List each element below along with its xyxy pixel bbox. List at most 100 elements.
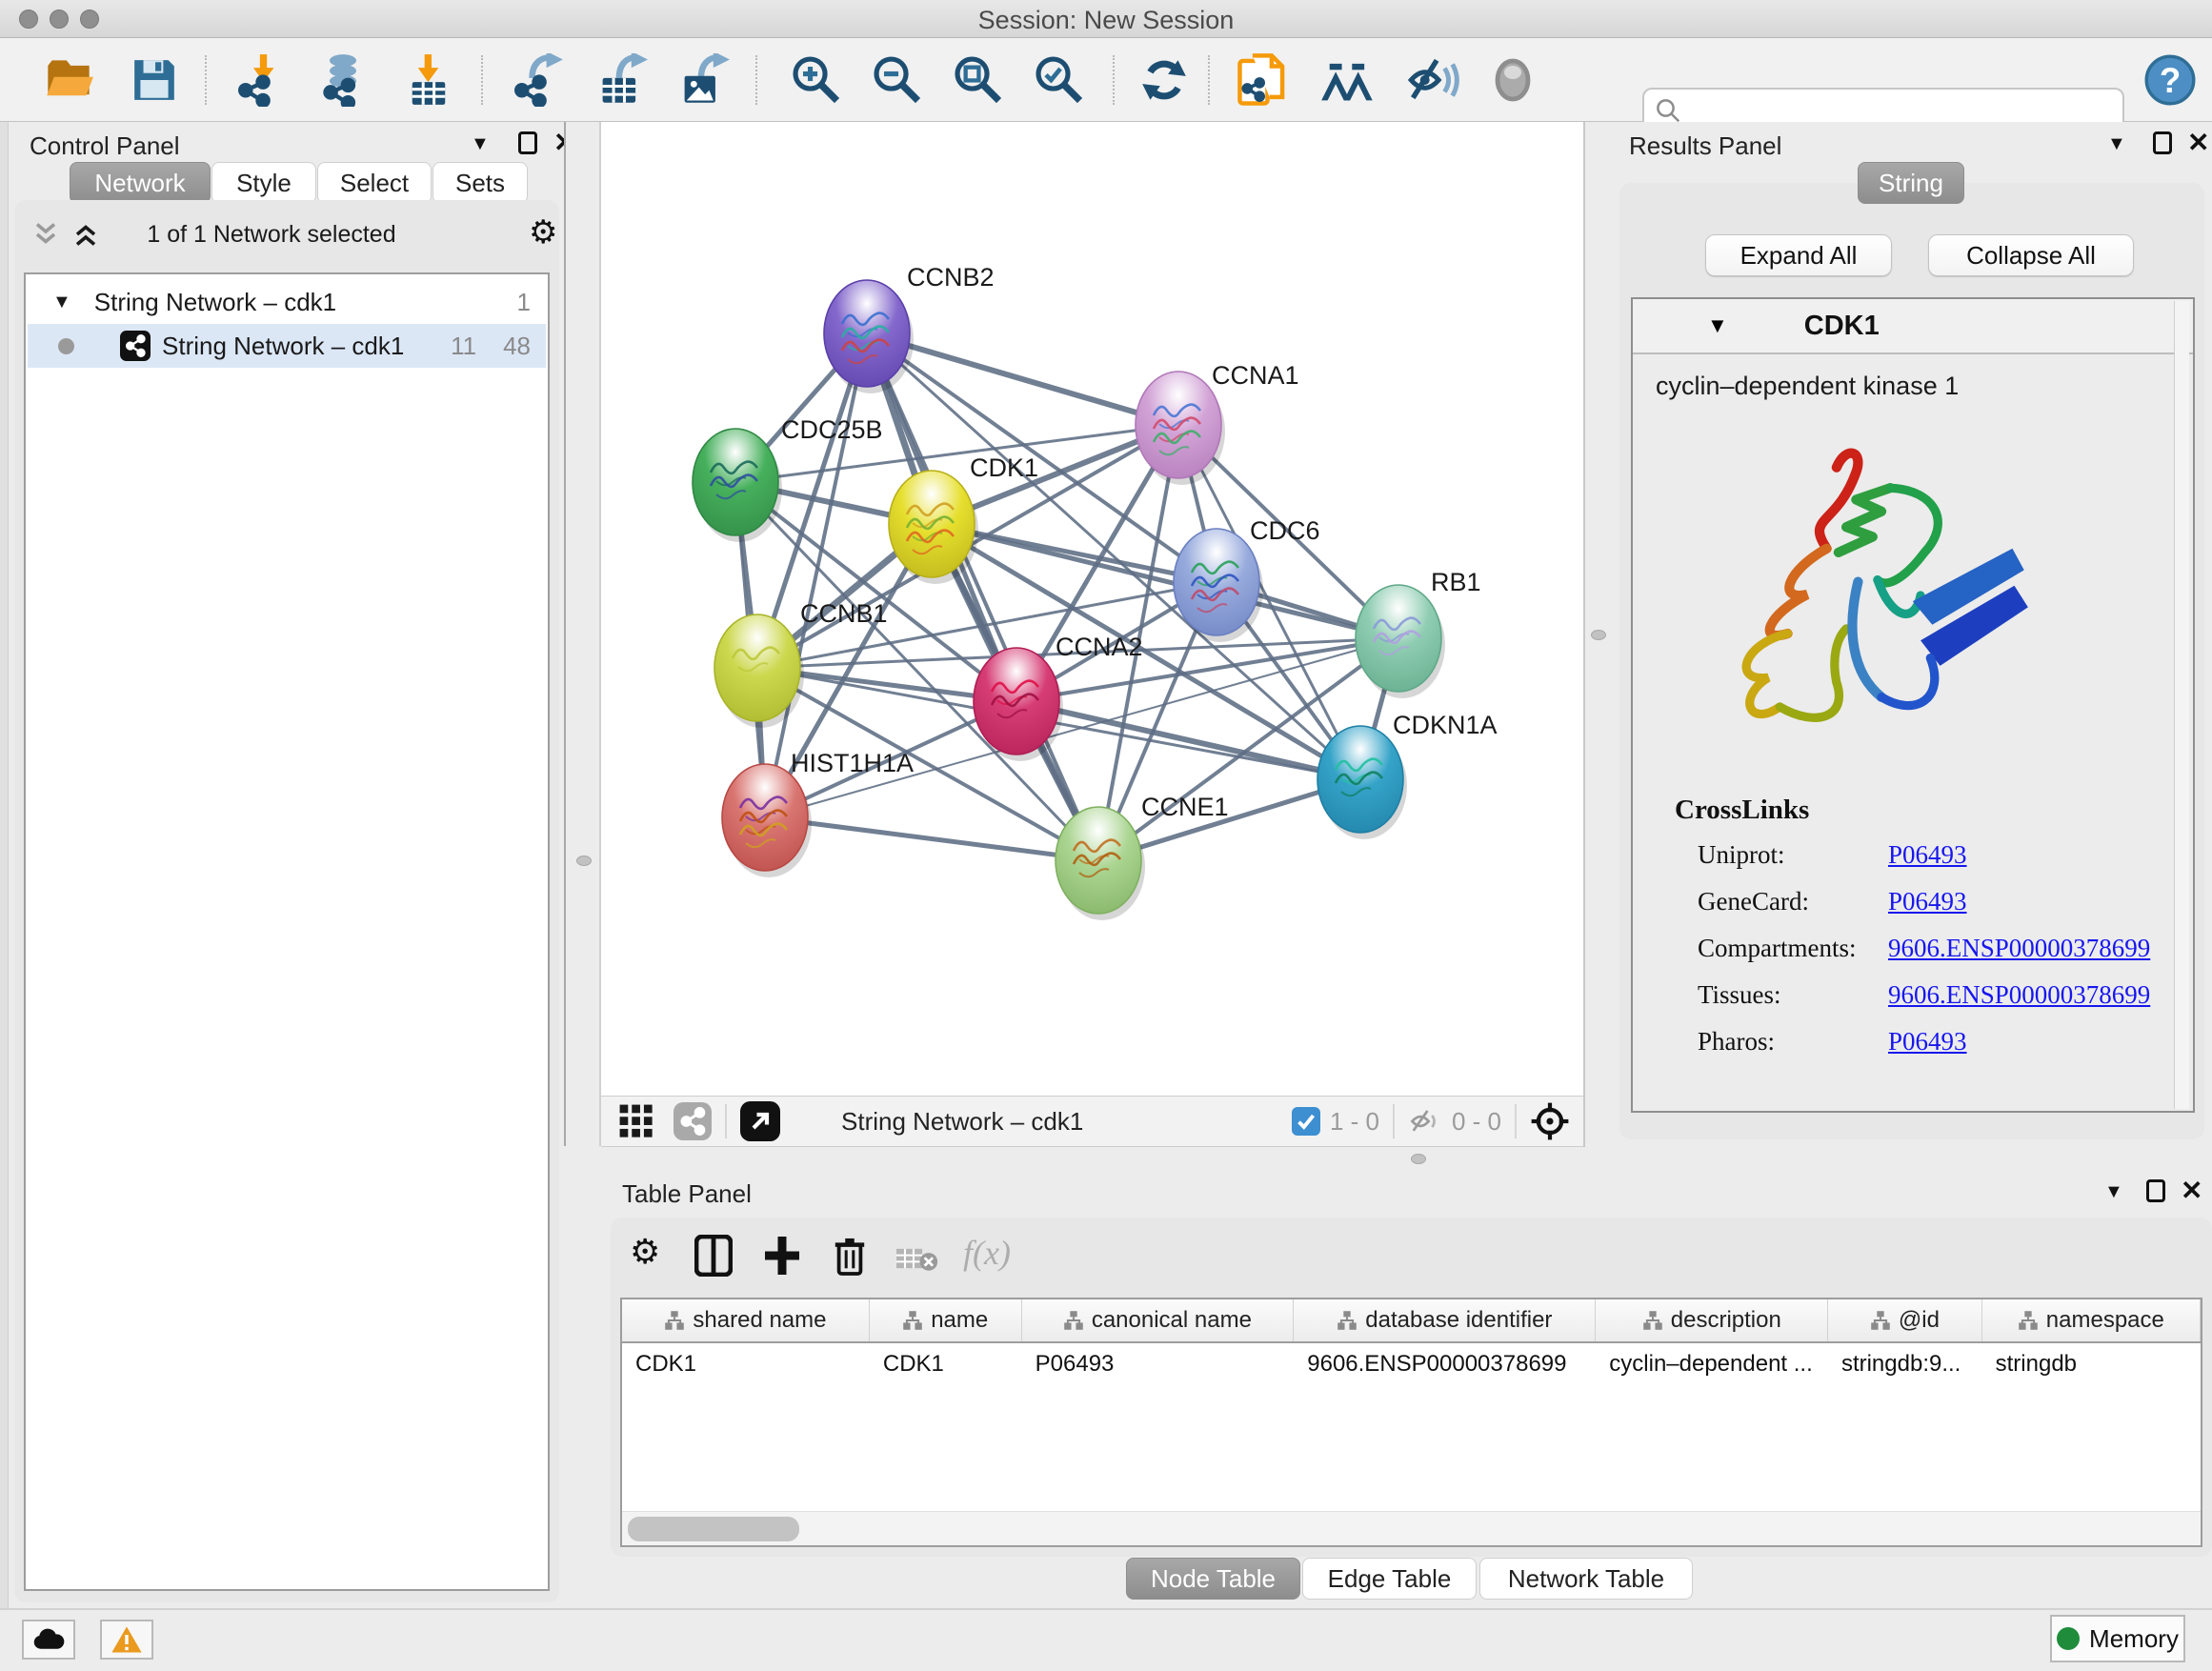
crosslink-link[interactable]: P06493 [1888, 887, 1967, 916]
network-options-gear-icon[interactable]: ⚙ [529, 213, 557, 252]
panel-menu-icon[interactable]: ▼ [471, 133, 490, 155]
panel-close-icon[interactable]: ✕ [2187, 131, 2209, 154]
warning-status-button[interactable] [100, 1620, 153, 1660]
zoom-out-icon[interactable] [869, 51, 926, 109]
column-header--id[interactable]: @id [1828, 1299, 1982, 1341]
right-splitter-handle[interactable] [1591, 630, 1606, 640]
save-session-icon[interactable] [126, 51, 183, 109]
gene-collapse-icon[interactable]: ▼ [1707, 313, 1728, 338]
panel-float-icon[interactable] [2153, 131, 2172, 154]
table-row[interactable]: CDK1CDK1P064939606.ENSP00000378699cyclin… [622, 1343, 2201, 1385]
crosslink-link[interactable]: 9606.ENSP00000378699 [1888, 934, 2150, 963]
network-node-CCNB2[interactable]: CCNB2 [824, 263, 995, 393]
network-node-CCNE1[interactable]: CCNE1 [1056, 793, 1229, 920]
crosslink-link[interactable]: 9606.ENSP00000378699 [1888, 980, 2150, 1010]
export-table-icon[interactable] [593, 51, 650, 109]
tab-select[interactable]: Select [317, 162, 432, 204]
network-node-CDC6[interactable]: CDC6 [1174, 516, 1320, 642]
hide-selected-icon[interactable] [1404, 51, 1461, 109]
column-header-description[interactable]: description [1596, 1299, 1828, 1341]
panel-menu-icon[interactable]: ▼ [2104, 1181, 2123, 1203]
main-toolbar: ? [0, 38, 2212, 122]
horizontal-splitter-handle[interactable] [1411, 1154, 1426, 1164]
first-neighbors-icon[interactable] [1319, 51, 1377, 109]
export-image-icon[interactable] [674, 51, 732, 109]
import-table-icon[interactable] [400, 51, 457, 109]
memory-button[interactable]: Memory [2050, 1615, 2185, 1662]
table-cell[interactable]: P06493 [1022, 1343, 1295, 1385]
panel-close-icon[interactable]: ✕ [2181, 1179, 2202, 1202]
column-header-canonical-name[interactable]: canonical name [1022, 1299, 1295, 1341]
left-splitter[interactable] [564, 122, 601, 1146]
collapse-all-button[interactable]: Collapse All [1928, 234, 2134, 276]
birdseye-crosshair-icon[interactable] [1530, 1101, 1570, 1141]
tab-string[interactable]: String [1858, 162, 1964, 204]
zoom-in-icon[interactable] [788, 51, 845, 109]
export-network-icon[interactable] [510, 51, 567, 109]
tab-network-table[interactable]: Network Table [1479, 1558, 1693, 1600]
add-column-icon[interactable] [763, 1235, 801, 1277]
column-header-namespace[interactable]: namespace [1982, 1299, 2201, 1341]
table-header-row: shared namenamecanonical namedatabase id… [622, 1299, 2201, 1343]
help-icon[interactable]: ? [2142, 51, 2199, 109]
network-node-RB1[interactable]: RB1 [1356, 568, 1481, 698]
table-hscrollbar[interactable] [622, 1511, 2201, 1545]
tab-style[interactable]: Style [211, 162, 316, 204]
show-all-icon[interactable] [1484, 51, 1541, 109]
tab-edge-table[interactable]: Edge Table [1302, 1558, 1477, 1600]
search-input[interactable] [1682, 96, 2113, 125]
left-splitter-handle[interactable] [576, 856, 592, 866]
collection-expand-icon[interactable]: ▼ [52, 292, 71, 313]
column-header-database-identifier[interactable]: database identifier [1294, 1299, 1596, 1341]
network-graph[interactable]: CCNB2CCNA1CDC25BCDK1CDC6RB1CCNB1CCNA2CDK… [601, 122, 1583, 1096]
network-node-CCNA2[interactable]: CCNA2 [974, 633, 1143, 761]
table-cell[interactable]: stringdb [1982, 1343, 2201, 1385]
crosslink-link[interactable]: P06493 [1888, 840, 1967, 870]
zoom-selected-icon[interactable] [1031, 51, 1088, 109]
show-columns-icon[interactable] [694, 1235, 733, 1277]
network-node-CCNA1[interactable]: CCNA1 [1136, 361, 1299, 485]
column-header-name[interactable]: name [870, 1299, 1022, 1341]
table-panel: Table Panel ▼ ✕ ⚙ f(x) shared namenameca… [601, 1172, 2212, 1608]
table-cell[interactable]: cyclin–dependent ... [1596, 1343, 1828, 1385]
expand-all-icon[interactable] [71, 221, 100, 248]
network-share-icon[interactable] [674, 1102, 712, 1140]
crosslink-row: Compartments:9606.ENSP00000378699 [1698, 934, 2174, 963]
table-cell[interactable]: CDK1 [870, 1343, 1022, 1385]
table-options-gear-icon[interactable]: ⚙ [630, 1233, 660, 1272]
copy-style-icon[interactable] [1235, 51, 1292, 109]
table-cell[interactable]: stringdb:9... [1828, 1343, 1982, 1385]
right-splitter[interactable] [1583, 122, 1612, 1147]
column-header-shared-name[interactable]: shared name [622, 1299, 870, 1341]
import-database-icon[interactable] [314, 51, 372, 109]
network-node-HIST1H1A[interactable]: HIST1H1A [722, 749, 914, 877]
zoom-fit-icon[interactable] [950, 51, 1007, 109]
table-cell[interactable]: CDK1 [622, 1343, 870, 1385]
collapse-all-icon[interactable] [31, 221, 60, 248]
grid-view-icon[interactable] [618, 1103, 654, 1139]
layout-refresh-icon[interactable] [1136, 51, 1193, 109]
open-in-window-icon[interactable] [740, 1101, 780, 1141]
network-collection-row[interactable]: ▼ String Network – cdk1 1 [28, 280, 546, 324]
results-scrollbar[interactable] [2174, 301, 2189, 1109]
expand-all-button[interactable]: Expand All [1705, 234, 1892, 276]
tab-node-table[interactable]: Node Table [1126, 1558, 1300, 1600]
horizontal-splitter[interactable] [601, 1147, 2212, 1172]
open-session-icon[interactable] [40, 51, 97, 109]
crosslink-link[interactable]: P06493 [1888, 1027, 1967, 1057]
tab-sets[interactable]: Sets [432, 162, 528, 204]
table-hscrollbar-thumb[interactable] [628, 1517, 799, 1541]
table-cell[interactable]: 9606.ENSP00000378699 [1294, 1343, 1596, 1385]
delete-column-icon[interactable] [832, 1235, 868, 1277]
cloud-status-button[interactable] [22, 1620, 75, 1660]
gene-card-header[interactable]: ▼ CDK1 [1633, 299, 2193, 354]
network-canvas[interactable]: CCNB2CCNA1CDC25BCDK1CDC6RB1CCNB1CCNA2CDK… [601, 122, 1583, 1096]
selected-nodes-checkbox-icon[interactable] [1292, 1107, 1320, 1136]
panel-float-icon[interactable] [518, 131, 537, 154]
network-node-CDKN1A[interactable]: CDKN1A [1317, 711, 1498, 839]
panel-menu-icon[interactable]: ▼ [2107, 133, 2126, 155]
network-row[interactable]: String Network – cdk1 11 48 [28, 324, 546, 368]
panel-float-icon[interactable] [2146, 1179, 2165, 1202]
tab-network[interactable]: Network [70, 162, 211, 204]
import-network-icon[interactable] [233, 51, 291, 109]
